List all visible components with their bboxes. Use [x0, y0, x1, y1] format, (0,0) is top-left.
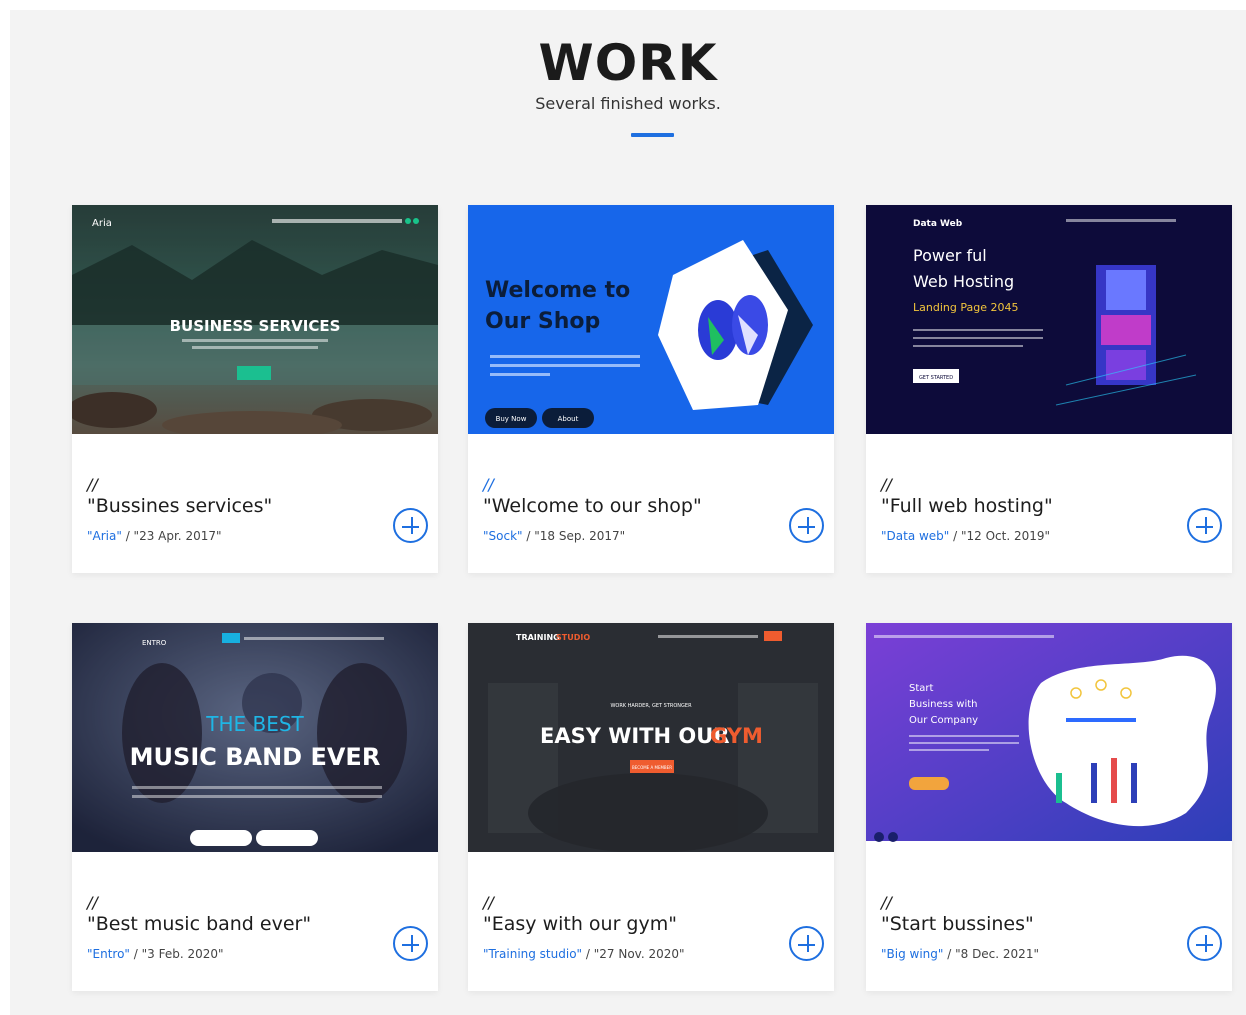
card-title: "Full web hosting" — [881, 495, 1053, 517]
meta-separator: / — [121, 529, 134, 543]
meta-separator: / — [522, 529, 535, 543]
card-meta: "Entro" / "3 Feb. 2020" — [87, 947, 224, 961]
card-date: "27 Nov. 2020" — [593, 947, 685, 961]
client-link[interactable]: "Entro" — [87, 947, 130, 961]
thumb-button-buy: Buy Now — [496, 415, 527, 423]
thumb-headline: BUSINESS SERVICES — [170, 317, 341, 335]
meta-separator: / — [582, 947, 594, 961]
meta-separator: / — [949, 529, 961, 543]
thumb-button-about: About — [558, 415, 579, 423]
expand-plus-button[interactable] — [1187, 508, 1222, 543]
work-card-best-music-band-ever[interactable]: ENTRO THE BEST MUSIC BAND EVER // "Best … — [72, 623, 438, 991]
heading-underline — [631, 133, 674, 137]
expand-plus-button[interactable] — [393, 508, 428, 543]
thumb-brand: Aria — [92, 218, 112, 229]
thumb-brand-1: TRAINING — [516, 633, 560, 642]
thumb-button: GET STARTED — [919, 375, 953, 381]
card-date: "23 Apr. 2017" — [133, 529, 222, 543]
client-link[interactable]: "Big wing" — [881, 947, 943, 961]
card-date: "18 Sep. 2017" — [534, 529, 626, 543]
thumb-headline-1: Welcome to — [485, 278, 630, 303]
thumb-brand-2: STUDIO — [556, 633, 590, 642]
work-card-start-bussines[interactable]: Start Business with Our Company // "Star… — [866, 623, 1232, 991]
work-thumbnail[interactable]: Start Business with Our Company — [866, 623, 1232, 852]
card-title: "Welcome to our shop" — [483, 495, 702, 517]
card-slashes: // — [87, 893, 98, 912]
expand-plus-button[interactable] — [789, 926, 824, 961]
thumb-headline-1: Start — [909, 683, 934, 694]
card-meta: "Sock" / "18 Sep. 2017" — [483, 529, 625, 543]
thumb-headline-2: Business with — [909, 699, 978, 710]
work-card-full-web-hosting[interactable]: Data Web Power ful Web Hosting Landing P… — [866, 205, 1232, 573]
card-title: "Best music band ever" — [87, 913, 312, 935]
card-slashes: // — [483, 893, 494, 912]
work-card-welcome-to-our-shop[interactable]: Welcome to Our Shop Buy Now About // "We… — [468, 205, 834, 573]
card-meta: "Training studio" / "27 Nov. 2020" — [483, 947, 685, 961]
thumb-headline-1: THE BEST — [205, 712, 304, 736]
card-slashes: // — [483, 475, 494, 494]
expand-plus-button[interactable] — [393, 926, 428, 961]
thumb-headline-2: GYM — [710, 724, 763, 748]
card-date: "12 Oct. 2019" — [961, 529, 1051, 543]
card-slashes: // — [881, 475, 892, 494]
card-slashes: // — [87, 475, 98, 494]
work-thumbnail[interactable]: TRAINING STUDIO WORK HARDER, GET STRONGE… — [468, 623, 834, 852]
expand-plus-button[interactable] — [789, 508, 824, 543]
work-card-bussines-services[interactable]: Aria BUSINESS SERVICES // "Bussines serv… — [72, 205, 438, 573]
thumb-headline-3: Our Company — [909, 715, 978, 726]
card-title: "Start bussines" — [881, 913, 1034, 935]
meta-separator: / — [129, 947, 142, 961]
thumb-headline-1: Power ful — [913, 246, 987, 265]
thumb-brand: Data Web — [913, 219, 963, 229]
card-meta: "Aria" / "23 Apr. 2017" — [87, 529, 222, 543]
work-thumbnail[interactable]: Data Web Power ful Web Hosting Landing P… — [866, 205, 1232, 434]
thumb-headline-3: Landing Page 2045 — [913, 301, 1018, 314]
card-meta: "Big wing" / "8 Dec. 2021" — [881, 947, 1039, 961]
card-title: "Bussines services" — [87, 495, 273, 517]
thumb-headline-2: Web Hosting — [913, 272, 1014, 291]
card-title: "Easy with our gym" — [483, 913, 677, 935]
thumb-headline-2: MUSIC BAND EVER — [130, 743, 381, 771]
card-date: "3 Feb. 2020" — [141, 947, 224, 961]
section-heading: WORK — [538, 34, 718, 92]
thumb-button: BECOME A MEMBER — [632, 765, 672, 770]
card-slashes: // — [881, 893, 892, 912]
expand-plus-button[interactable] — [1187, 926, 1222, 961]
work-thumbnail[interactable]: Aria BUSINESS SERVICES — [72, 205, 438, 434]
section-subheading: Several finished works. — [535, 94, 721, 113]
thumb-headline-2: Our Shop — [485, 309, 600, 334]
client-link[interactable]: "Data web" — [881, 529, 949, 543]
client-link[interactable]: "Aria" — [87, 529, 122, 543]
thumb-tagline: WORK HARDER, GET STRONGER — [610, 703, 692, 709]
card-meta: "Data web" / "12 Oct. 2019" — [881, 529, 1050, 543]
meta-separator: / — [943, 947, 956, 961]
client-link[interactable]: "Sock" — [483, 529, 523, 543]
work-section: WORK Several finished works. Aria BUSINE… — [10, 10, 1246, 1015]
thumb-headline-1: EASY WITH OUR — [540, 724, 730, 748]
work-card-easy-with-our-gym[interactable]: TRAINING STUDIO WORK HARDER, GET STRONGE… — [468, 623, 834, 991]
work-thumbnail[interactable]: Welcome to Our Shop Buy Now About — [468, 205, 834, 434]
client-link[interactable]: "Training studio" — [483, 947, 582, 961]
work-thumbnail[interactable]: ENTRO THE BEST MUSIC BAND EVER — [72, 623, 438, 852]
card-date: "8 Dec. 2021" — [955, 947, 1039, 961]
thumb-brand: ENTRO — [142, 639, 167, 647]
